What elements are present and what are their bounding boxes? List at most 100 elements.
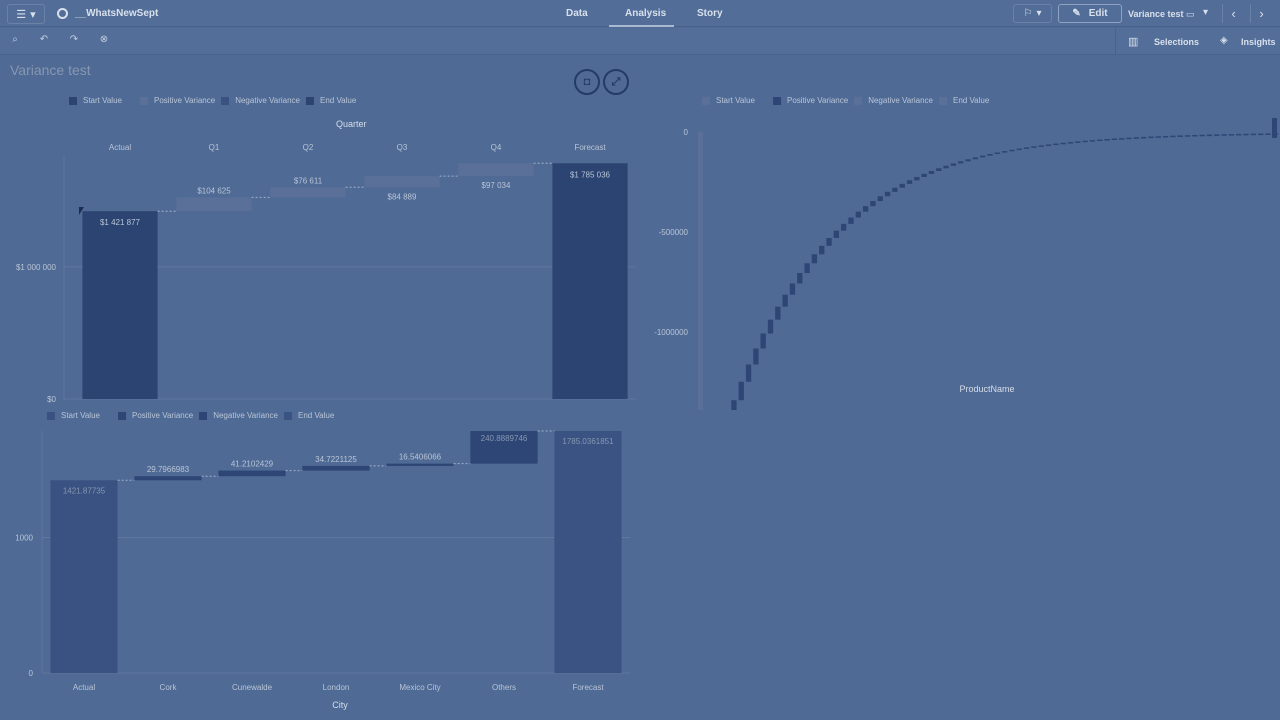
tab-data[interactable]: Data: [566, 8, 588, 19]
y-tick-label: $1 000 000: [16, 263, 57, 272]
previous-sheet-button[interactable]: ‹: [1222, 4, 1244, 23]
x-tick-label: Forecast: [572, 683, 604, 692]
bar-product: [1258, 133, 1264, 136]
edit-button[interactable]: ✎ Edit: [1058, 4, 1122, 23]
x-tick-label: Cork: [160, 683, 178, 692]
bar-product: [1214, 134, 1220, 136]
legend-label: End Value: [319, 96, 357, 105]
data-label: $97 034: [482, 181, 511, 190]
bar-product: [782, 294, 788, 307]
data-label: 1785.0361851: [562, 437, 614, 446]
bar-product: [738, 381, 744, 401]
legend-item[interactable]: End Value: [283, 411, 334, 420]
bar-cork: [134, 476, 202, 481]
legend-item[interactable]: Positive Variance: [139, 96, 215, 105]
x-axis-title: ProductName: [959, 384, 1014, 394]
legend-item[interactable]: Negative Variance: [221, 96, 300, 105]
next-sheet-button[interactable]: ›: [1250, 4, 1272, 23]
data-label: $84 889: [388, 192, 417, 201]
insights-label[interactable]: Insights: [1241, 37, 1276, 47]
bar-product: [892, 187, 898, 192]
sheet-name[interactable]: Variance test: [1128, 9, 1184, 19]
legend-swatch: [221, 96, 230, 105]
bar-product: [753, 348, 759, 365]
bar-product: [1075, 141, 1081, 143]
x-tick-label: Mexico City: [399, 683, 440, 692]
legend-item[interactable]: Negative Variance: [854, 96, 933, 105]
legend-swatch: [305, 96, 314, 105]
x-tick-label: Cunewalde: [232, 683, 273, 692]
legend-item[interactable]: Positive Variance: [772, 96, 848, 105]
x-tick-label: Q3: [397, 143, 408, 152]
bookmark-button[interactable]: ⚐ ▾: [1013, 4, 1052, 23]
legend-swatch: [117, 411, 126, 420]
bar-product: [921, 173, 927, 177]
legend-swatch: [283, 411, 292, 420]
bar-product: [877, 196, 883, 202]
chevron-down-icon[interactable]: ▾: [1203, 7, 1208, 18]
bar-product: [767, 319, 774, 334]
bookmark-icon: ⚐: [1023, 8, 1033, 19]
legend-label: Start Value: [61, 411, 100, 420]
legend-item[interactable]: End Value: [938, 96, 990, 105]
legend-label: Negative Variance: [213, 411, 278, 420]
legend-swatch: [69, 96, 77, 105]
chevron-down-icon: ▾: [1036, 8, 1042, 19]
legend-label: End Value: [952, 96, 990, 105]
quarter-waterfall-chart[interactable]: $0 $1 000 000 Actual $1 421 877 Q1 $104 625 Q2…: [0, 140, 640, 405]
bar-product: [1221, 134, 1227, 136]
bar-q4: [458, 163, 534, 177]
clear-selections-icon[interactable]: ⊗: [96, 34, 112, 48]
bar-product: [797, 273, 803, 284]
bar-product: [1104, 139, 1110, 141]
bar-product: [811, 254, 818, 264]
app-name[interactable]: __WhatsNewSept: [75, 8, 158, 19]
step-forward-icon[interactable]: ↷: [66, 34, 82, 48]
legend-swatch: [854, 96, 863, 105]
legend-item[interactable]: Start Value: [702, 96, 755, 105]
bar-forecast: [554, 431, 622, 673]
legend-item[interactable]: Start Value: [47, 411, 100, 420]
bar-product: [1162, 135, 1169, 138]
x-tick-label: Others: [492, 683, 516, 692]
page-title: Variance test: [10, 62, 91, 78]
bar-product: [1089, 140, 1096, 142]
selections-icon: ▥: [1128, 36, 1139, 48]
bar-q1: [176, 197, 252, 212]
data-label: 1421.87735: [63, 486, 106, 495]
bar-product: [1133, 137, 1139, 139]
bar-product: [1155, 136, 1161, 138]
tab-analysis[interactable]: Analysis: [625, 8, 666, 19]
mouse-cursor-icon: [79, 207, 84, 215]
bar-product: [884, 191, 891, 197]
step-back-icon[interactable]: ↶: [36, 34, 52, 48]
snapshot-button[interactable]: ◘: [574, 69, 600, 95]
menu-button[interactable]: ☰ ▾: [7, 4, 45, 24]
smart-search-icon[interactable]: ⌕: [7, 34, 23, 48]
legend-swatch: [199, 411, 208, 420]
bar-product: [1170, 135, 1176, 138]
expand-button[interactable]: ⤢: [603, 69, 629, 95]
bar-product: [906, 180, 913, 184]
selection-toolbar: ⌕ ↶ ↷ ⊗: [0, 28, 1280, 55]
bar-product: [1031, 146, 1037, 148]
bar-product: [848, 217, 854, 224]
tab-story[interactable]: Story: [697, 8, 723, 19]
legend-item[interactable]: Negative Variance: [199, 411, 278, 420]
bar-mexico-city: [386, 463, 454, 466]
city-waterfall-chart[interactable]: 0 1000 Actual 1421.87735 Cork 29.7966983 Cunew…: [0, 425, 640, 720]
bar-q3: [364, 176, 440, 188]
data-label: $104 625: [197, 186, 231, 195]
bar-product: [789, 283, 796, 295]
legend-item[interactable]: Start Value: [69, 96, 122, 105]
selections-label[interactable]: Selections: [1154, 37, 1199, 47]
legend-item[interactable]: End Value: [305, 96, 357, 105]
data-label: $1 421 877: [100, 218, 141, 227]
bar-actual: [50, 480, 118, 673]
legend-item[interactable]: Positive Variance: [117, 411, 193, 420]
data-label: 34.7221125: [315, 455, 357, 464]
bar-product: [745, 364, 752, 382]
bar-product: [1082, 140, 1088, 143]
x-tick-label: Actual: [109, 143, 131, 152]
product-waterfall-chart[interactable]: 0-500000-1000000-1500000ProductName: [640, 110, 1280, 410]
